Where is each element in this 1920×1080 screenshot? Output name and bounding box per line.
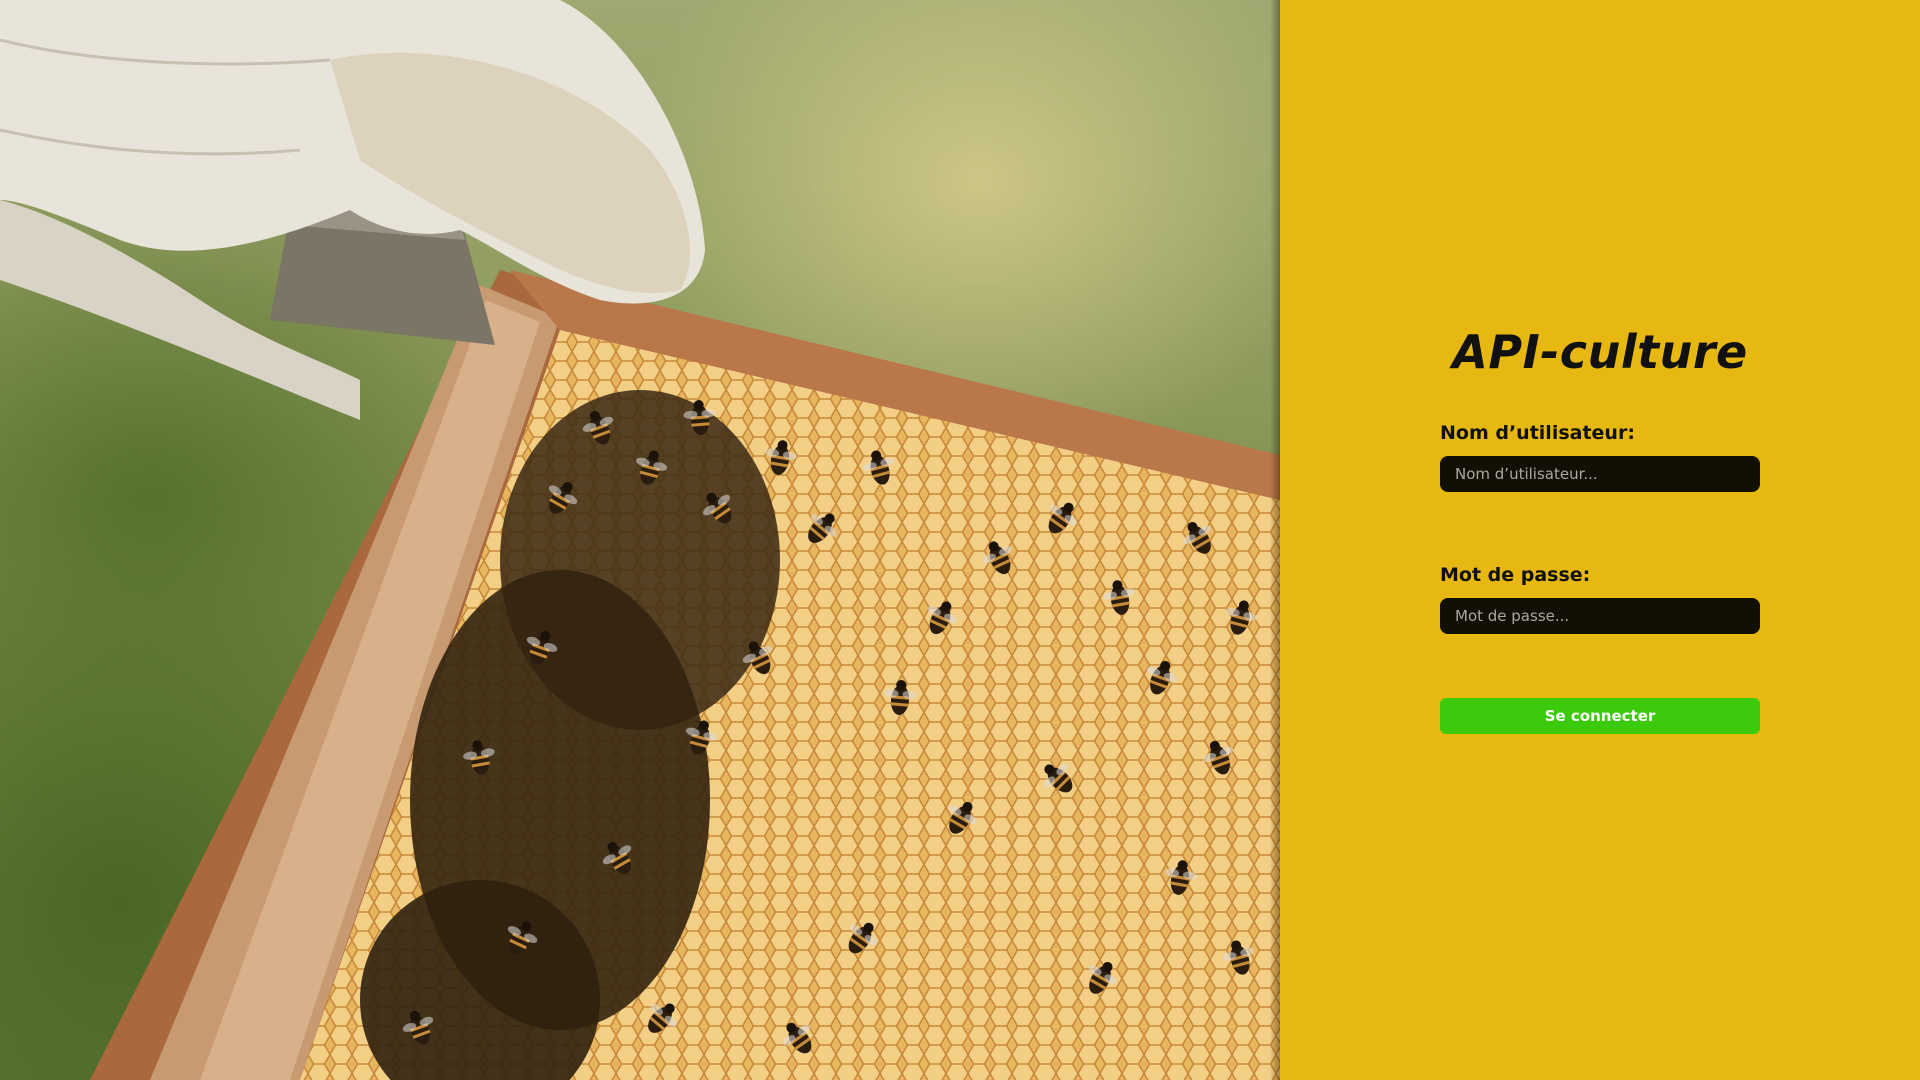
password-label: Mot de passe:: [1440, 564, 1591, 586]
hero-photo: [0, 0, 1280, 1080]
username-label: Nom d’utilisateur:: [1440, 422, 1635, 444]
hero-edge-shadow: [1270, 0, 1280, 1080]
login-button[interactable]: Se connecter: [1440, 698, 1760, 734]
beehive-frame-illustration: [0, 0, 1280, 1080]
login-panel: API-culture Nom d’utilisateur: Mot de pa…: [1280, 0, 1920, 1080]
login-page: API-culture Nom d’utilisateur: Mot de pa…: [0, 0, 1920, 1080]
password-input[interactable]: [1440, 598, 1760, 634]
username-input[interactable]: [1440, 456, 1760, 492]
login-form: API-culture Nom d’utilisateur: Mot de pa…: [1440, 320, 1760, 734]
app-title: API-culture: [1452, 325, 1748, 379]
